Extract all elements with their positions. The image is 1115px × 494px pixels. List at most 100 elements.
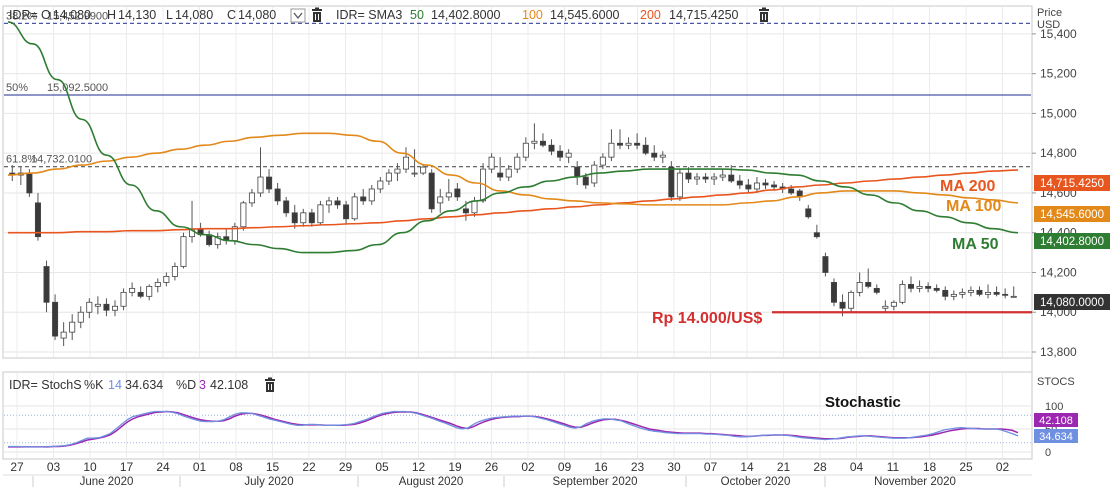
candle-body (266, 176, 273, 190)
delete-sma-study-button[interactable] (759, 7, 769, 23)
trash-icon (759, 7, 769, 22)
svg-text:34.634: 34.634 (1039, 431, 1073, 443)
candle-body (454, 188, 461, 198)
date-tick-label: 22 (302, 460, 316, 474)
candle-body (625, 142, 632, 146)
date-tick-label: 27 (10, 460, 24, 474)
month-label: November 2020 (874, 476, 956, 488)
candle-body (634, 142, 641, 146)
price-tick-label: 15,200 (1040, 67, 1077, 81)
candle-body (120, 291, 127, 307)
candle-body (325, 200, 332, 206)
candle-body (77, 311, 84, 323)
trash-icon (265, 377, 275, 392)
candle-body (488, 156, 495, 170)
month-label: July 2020 (244, 476, 293, 488)
legend-symbol: IDR= (9, 8, 38, 22)
date-tick-label: 05 (375, 460, 389, 474)
candle-body (753, 182, 760, 190)
candle-body (1002, 293, 1009, 296)
candle-body (745, 184, 752, 190)
date-tick-label: 11 (887, 460, 900, 474)
candle-body (248, 192, 255, 204)
candle-body (694, 176, 701, 180)
candle-body (514, 156, 521, 170)
sma-200-value: 14,715.4250 (669, 8, 739, 22)
stoch-tick-label: 100 (1045, 401, 1063, 413)
candle-body (702, 176, 709, 180)
candle-body (471, 200, 478, 214)
candle-body (599, 156, 606, 166)
candle-body (642, 144, 649, 154)
candle-body (711, 176, 718, 180)
date-tick-label: 18 (923, 460, 937, 474)
date-tick-label: 30 (667, 460, 681, 474)
chart-canvas: 38.2% 15,452.990050% 15,092.500061.8%14,73… (2, 5, 1110, 488)
fib-value: 14,732.0100 (31, 154, 92, 166)
candle-body (291, 212, 298, 224)
date-tick-label: 16 (594, 460, 608, 474)
candle-body (925, 285, 932, 289)
delete-price-study-button[interactable] (312, 7, 322, 23)
candle-body (171, 266, 178, 277)
date-axis: 27 03 10 17 24 01 08 15 22 29 05 12 19 26 02 09 16 23 30 07… (3, 460, 1032, 488)
candle-body (274, 188, 281, 202)
ma200-annotation: MA 200 (940, 178, 996, 195)
candle-body (839, 301, 846, 309)
candle-body (856, 282, 863, 293)
ma100-annotation: MA 100 (946, 198, 1002, 215)
candle-body (762, 182, 769, 186)
candle-body (146, 285, 153, 297)
candle-body (394, 168, 401, 174)
date-tick-label: 24 (156, 460, 170, 474)
candle-body (377, 180, 384, 190)
candle-body (343, 204, 350, 220)
candle-body (830, 282, 837, 303)
candle-body (822, 256, 829, 273)
candle-body (976, 289, 983, 295)
stoch-axis-title: STOCS (1037, 376, 1075, 388)
candle-body (163, 276, 170, 283)
candle-body (813, 232, 820, 238)
candle-body (908, 283, 915, 289)
badge-last-price: 14,080.0000 (1034, 294, 1110, 310)
support-annotation: Rp 14.000/US$ (652, 310, 762, 327)
collapse-legend-button[interactable] (290, 8, 306, 23)
candle-body (848, 291, 855, 309)
candle-body (403, 156, 410, 170)
svg-text:42.108: 42.108 (1039, 415, 1073, 427)
candle-body (659, 154, 666, 158)
candle-body (103, 303, 110, 311)
sma-50-value: 14,402.8000 (431, 8, 501, 22)
candle-body (865, 282, 872, 287)
svg-text:IDR= SMA3 50 14,40: IDR= SMA3 50 14,402.8000 100 14,545.6000… (336, 8, 739, 22)
candle-body (368, 188, 375, 202)
month-label: August 2020 (399, 476, 464, 488)
candle-body (497, 172, 504, 178)
svg-text:14,402.8000: 14,402.8000 (1040, 236, 1104, 248)
candle-body (360, 196, 367, 202)
legend-open: 14,080 (53, 8, 91, 22)
candle-body (608, 142, 615, 158)
candle-body (283, 200, 290, 214)
candle-body (411, 172, 418, 175)
date-tick-label: 02 (521, 460, 535, 474)
date-tick-label: 25 (959, 460, 973, 474)
candle-body (462, 208, 469, 214)
sma-100-value: 14,545.6000 (550, 8, 620, 22)
svg-text:IDR= StochS %K 14: IDR= StochS %K 14 34.634 %D 3 42.108 (9, 378, 248, 392)
date-tick-label: 09 (558, 460, 572, 474)
badge-stoch-k: 34.634 (1034, 429, 1078, 443)
date-tick-label: 15 (266, 460, 280, 474)
candle-body (873, 287, 880, 293)
candle-body (257, 176, 264, 194)
month-label: June 2020 (80, 476, 134, 488)
candle-body (548, 144, 555, 152)
candle-body (129, 287, 136, 293)
delete-stoch-study-button[interactable] (265, 377, 275, 393)
candle-body (676, 172, 683, 198)
sma-label: IDR= SMA3 (336, 8, 402, 22)
stoch-d-value: 42.108 (210, 378, 248, 392)
candle-body (437, 196, 444, 204)
candle-body (385, 172, 392, 182)
